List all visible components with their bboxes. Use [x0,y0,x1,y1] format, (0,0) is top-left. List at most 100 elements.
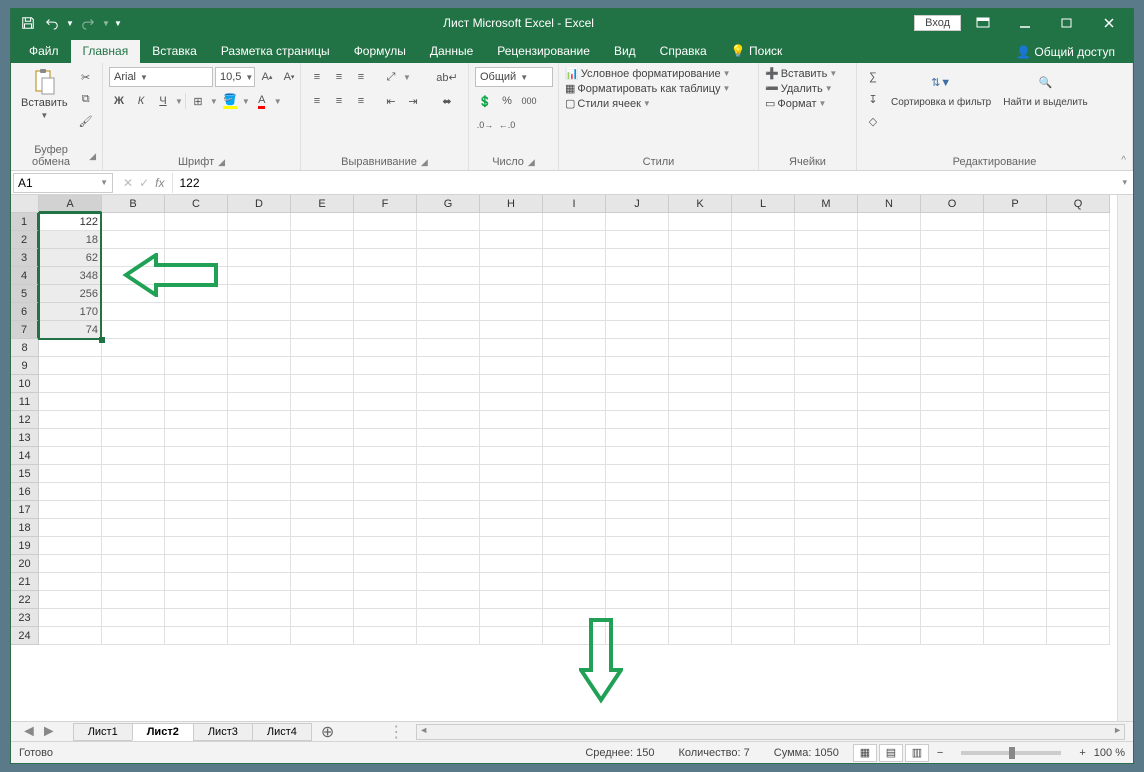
cell-O24[interactable] [921,627,984,645]
fill-icon[interactable]: ↧ [863,89,883,109]
row-head-20[interactable]: 20 [11,555,39,573]
cell-H9[interactable] [480,357,543,375]
cell-H24[interactable] [480,627,543,645]
cell-L22[interactable] [732,591,795,609]
cell-B12[interactable] [102,411,165,429]
cell-Q8[interactable] [1047,339,1110,357]
cell-H5[interactable] [480,285,543,303]
zoom-slider[interactable] [961,751,1061,755]
cell-B5[interactable] [102,285,165,303]
row-head-11[interactable]: 11 [11,393,39,411]
cell-B1[interactable] [102,213,165,231]
tab-help[interactable]: Справка [648,40,719,63]
cell-P5[interactable] [984,285,1047,303]
cell-F3[interactable] [354,249,417,267]
cell-C5[interactable] [165,285,228,303]
cell-N15[interactable] [858,465,921,483]
cell-C6[interactable] [165,303,228,321]
cell-J9[interactable] [606,357,669,375]
cell-O12[interactable] [921,411,984,429]
sheet-tab-4[interactable]: Лист4 [252,723,312,741]
cell-M15[interactable] [795,465,858,483]
cell-H3[interactable] [480,249,543,267]
cell-E7[interactable] [291,321,354,339]
merge-cells-icon[interactable]: ⬌ [433,91,461,111]
formula-bar[interactable]: 122 [172,173,1116,193]
cell-A16[interactable] [39,483,102,501]
tab-page-layout[interactable]: Разметка страницы [209,40,342,63]
cell-I9[interactable] [543,357,606,375]
cell-D5[interactable] [228,285,291,303]
cell-N14[interactable] [858,447,921,465]
cell-Q19[interactable] [1047,537,1110,555]
cell-D22[interactable] [228,591,291,609]
col-head-E[interactable]: E [291,195,354,213]
cell-I15[interactable] [543,465,606,483]
cell-D10[interactable] [228,375,291,393]
cell-L10[interactable] [732,375,795,393]
row-head-7[interactable]: 7 [11,321,39,339]
cell-P10[interactable] [984,375,1047,393]
cell-J20[interactable] [606,555,669,573]
cell-J5[interactable] [606,285,669,303]
cell-M11[interactable] [795,393,858,411]
tab-home[interactable]: Главная [71,40,141,63]
cell-C19[interactable] [165,537,228,555]
cell-E8[interactable] [291,339,354,357]
cell-N13[interactable] [858,429,921,447]
cell-E16[interactable] [291,483,354,501]
cell-M1[interactable] [795,213,858,231]
cell-L15[interactable] [732,465,795,483]
cell-J22[interactable] [606,591,669,609]
cell-D23[interactable] [228,609,291,627]
save-icon[interactable] [17,12,39,34]
cell-E17[interactable] [291,501,354,519]
format-painter-icon[interactable]: 🖌 [76,111,96,131]
cell-J1[interactable] [606,213,669,231]
cell-Q22[interactable] [1047,591,1110,609]
cell-O7[interactable] [921,321,984,339]
cell-P6[interactable] [984,303,1047,321]
cell-E21[interactable] [291,573,354,591]
cell-E22[interactable] [291,591,354,609]
col-head-B[interactable]: B [102,195,165,213]
copy-icon[interactable]: ⧉ [76,89,96,109]
cell-P1[interactable] [984,213,1047,231]
cell-E18[interactable] [291,519,354,537]
row-head-6[interactable]: 6 [11,303,39,321]
cell-P2[interactable] [984,231,1047,249]
cell-K6[interactable] [669,303,732,321]
cell-N16[interactable] [858,483,921,501]
cell-H19[interactable] [480,537,543,555]
cell-A10[interactable] [39,375,102,393]
cell-G19[interactable] [417,537,480,555]
cell-H13[interactable] [480,429,543,447]
cell-B21[interactable] [102,573,165,591]
cell-E2[interactable] [291,231,354,249]
row-head-10[interactable]: 10 [11,375,39,393]
align-left-icon[interactable]: ≡ [307,91,327,111]
row-head-22[interactable]: 22 [11,591,39,609]
cell-I1[interactable] [543,213,606,231]
cell-M20[interactable] [795,555,858,573]
row-head-19[interactable]: 19 [11,537,39,555]
cell-K9[interactable] [669,357,732,375]
close-icon[interactable] [1089,10,1129,36]
cell-I12[interactable] [543,411,606,429]
cell-G2[interactable] [417,231,480,249]
col-head-D[interactable]: D [228,195,291,213]
cell-E12[interactable] [291,411,354,429]
cell-P7[interactable] [984,321,1047,339]
cell-L14[interactable] [732,447,795,465]
cell-O18[interactable] [921,519,984,537]
cell-I18[interactable] [543,519,606,537]
dialog-launcher-icon[interactable]: ◢ [218,157,225,168]
cell-B3[interactable] [102,249,165,267]
cell-F21[interactable] [354,573,417,591]
cell-H15[interactable] [480,465,543,483]
cell-G7[interactable] [417,321,480,339]
cell-F14[interactable] [354,447,417,465]
cell-C23[interactable] [165,609,228,627]
paste-button[interactable]: Вставить ▼ [17,67,72,122]
sheet-tab-2[interactable]: Лист2 [132,723,194,741]
